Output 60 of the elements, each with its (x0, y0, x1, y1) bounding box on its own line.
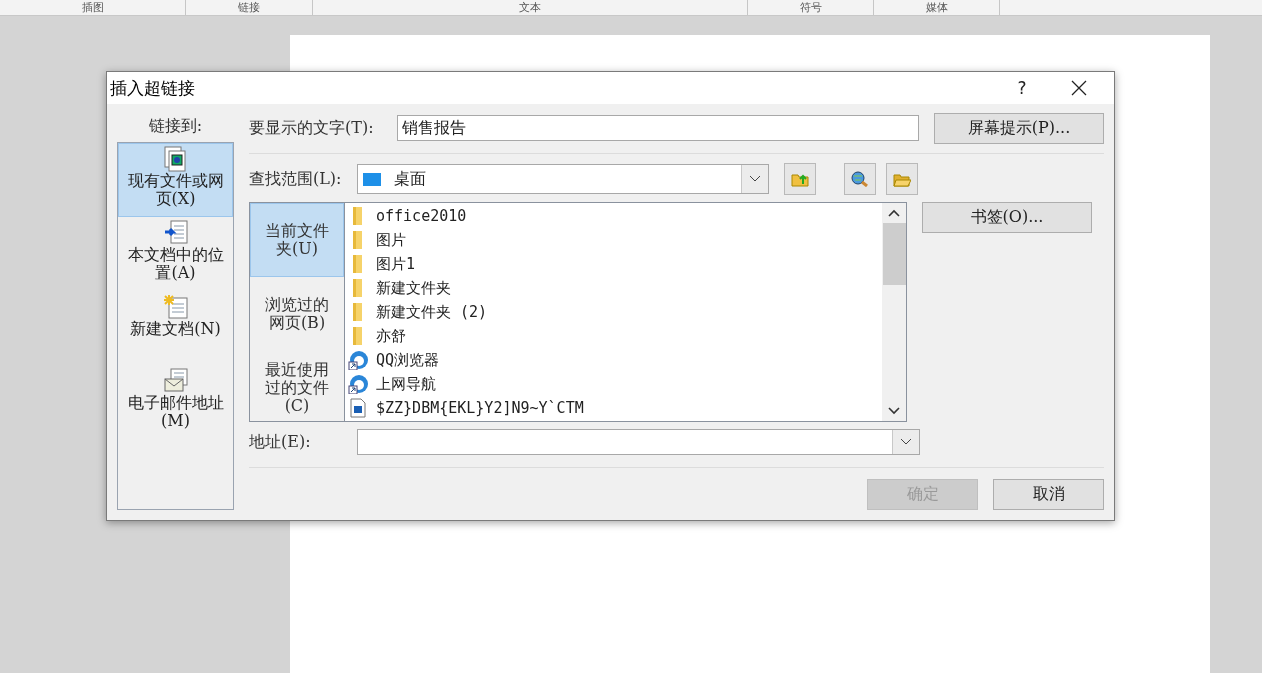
link-type-item[interactable]: 现有文件或网页(X) (118, 143, 233, 217)
browse-file-button[interactable] (886, 163, 918, 195)
scrollbar[interactable] (882, 203, 906, 421)
file-item[interactable]: 上网导航 (345, 372, 882, 396)
file-item[interactable]: 新建文件夹 (2) (345, 300, 882, 324)
ribbon-group-label: 文本 (519, 1, 541, 14)
file-item[interactable]: 图片1 (345, 252, 882, 276)
folder-icon (353, 231, 362, 249)
address-label: 地址(E): (249, 431, 312, 453)
scroll-down-icon (888, 407, 900, 415)
document-icon (162, 146, 189, 172)
file-item[interactable]: $ZZ}DBM{EKL}Y2]N9~Y`CTM (345, 396, 882, 420)
file-item[interactable]: office2010 (345, 204, 882, 228)
places-item[interactable]: 当前文件夹(U) (250, 203, 344, 277)
open-folder-icon (893, 171, 911, 187)
ribbon-group-label: 链接 (238, 1, 260, 14)
browse-web-button[interactable] (844, 163, 876, 195)
browser-shortcut-icon (348, 350, 368, 370)
chevron-down-icon (749, 175, 761, 183)
up-folder-button[interactable] (784, 163, 816, 195)
close-icon (1071, 80, 1087, 96)
document-icon (162, 220, 189, 246)
folder-icon (353, 255, 362, 273)
scroll-thumb[interactable] (882, 223, 906, 285)
folder-icon (353, 279, 362, 297)
display-text-field[interactable]: 销售报告 (397, 115, 919, 141)
cancel-button[interactable]: 取消 (993, 479, 1104, 510)
link-to-label: 链接到: (147, 115, 204, 137)
browser-shortcut-icon (348, 374, 368, 394)
ribbon-group-label: 符号 (799, 1, 822, 14)
desktop-icon (362, 171, 382, 187)
link-type-item[interactable]: 电子邮件地址(M) (118, 365, 233, 439)
display-text-label: 要显示的文字(T): (249, 117, 375, 139)
ribbon-group-label: 媒体 (925, 1, 948, 14)
image-file-icon (348, 398, 368, 418)
globe-search-icon (851, 171, 869, 187)
scroll-up-icon (888, 209, 900, 217)
file-item[interactable]: 新建文件夹 (345, 276, 882, 300)
folder-icon (353, 327, 362, 345)
ribbon-group-label: 插图 (81, 1, 104, 14)
address-field[interactable] (357, 429, 920, 455)
dialog-title: 插入超链接 (110, 76, 195, 100)
folder-icon (353, 303, 362, 321)
document-icon (162, 294, 189, 320)
link-type-item[interactable]: 新建文档(N) (118, 291, 233, 365)
help-button[interactable]: ? (1007, 73, 1037, 103)
link-type-item[interactable]: 本文档中的位置(A) (118, 217, 233, 291)
look-in-dropdown[interactable]: 桌面 (357, 164, 769, 194)
places-item[interactable]: 浏览过的网页(B) (250, 277, 344, 351)
bookmark-button[interactable]: 书签(O)... (922, 202, 1092, 233)
file-item[interactable]: 亦舒 (345, 324, 882, 348)
chevron-down-icon (900, 438, 912, 446)
document-icon (162, 368, 189, 394)
file-item[interactable]: 图片 (345, 228, 882, 252)
file-item[interactable]: QQ浏览器 (345, 348, 882, 372)
folder-up-icon (791, 171, 809, 187)
folder-icon (353, 207, 362, 225)
screen-tip-button[interactable]: 屏幕提示(P)... (934, 112, 1104, 144)
places-item[interactable]: 最近使用过的文件(C) (250, 351, 344, 425)
look-in-label: 查找范围(L): (249, 168, 343, 190)
